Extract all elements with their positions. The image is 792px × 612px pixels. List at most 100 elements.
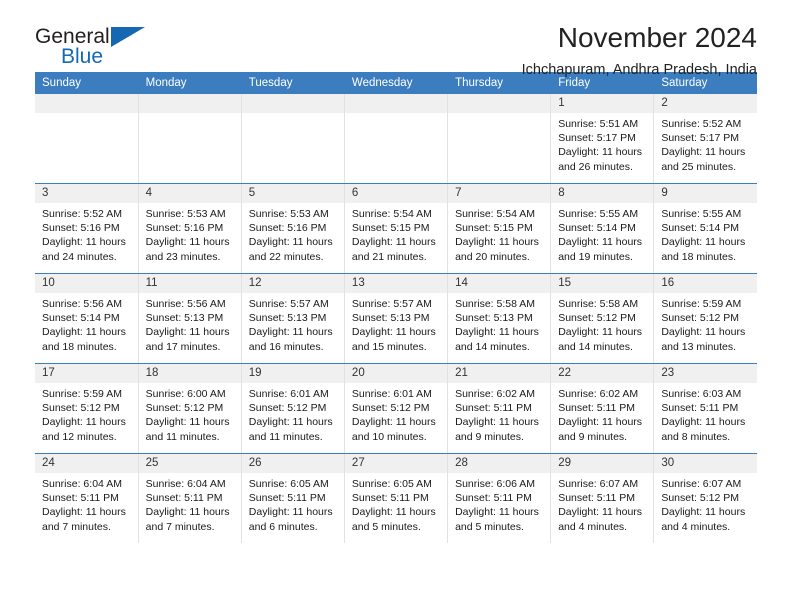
calendar-cell-day[interactable]: 6 Sunrise: 5:54 AM Sunset: 5:15 PM Daylight… [344, 183, 449, 274]
calendar-cell-day[interactable]: 26 Sunrise: 6:05 AM Sunset: 5:11 PM Dayligh… [241, 453, 345, 543]
day-sun-info: Sunrise: 6:06 AM Sunset: 5:11 PM Daylight:… [448, 473, 550, 534]
calendar-cell-empty [138, 94, 242, 184]
calendar-cell-day[interactable]: 23 Sunrise: 6:03 AM Sunset: 5:11 PM Dayligh… [653, 363, 757, 454]
daylight-text: Daylight: 11 hours and 11 minutes. [248, 416, 333, 443]
day-number [448, 94, 551, 113]
day-number: 1 [551, 94, 654, 113]
calendar-cell-empty [241, 94, 345, 184]
calendar-cell-day[interactable]: 10 Sunrise: 5:56 AM Sunset: 5:14 PM Dayligh… [35, 273, 139, 364]
daylight-text: Daylight: 11 hours and 22 minutes. [248, 236, 333, 263]
daylight-text: Daylight: 11 hours and 24 minutes. [42, 236, 126, 263]
daylight-text: Daylight: 11 hours and 16 minutes. [248, 326, 333, 353]
logo-triangle-icon [111, 27, 145, 47]
calendar-cell-day[interactable]: 7 Sunrise: 5:54 AM Sunset: 5:15 PM Daylight… [447, 183, 552, 274]
calendar-cell-day[interactable]: 28 Sunrise: 6:06 AM Sunset: 5:11 PM Dayligh… [447, 453, 552, 543]
calendar-cell-day[interactable]: 13 Sunrise: 5:57 AM Sunset: 5:13 PM Dayligh… [344, 273, 449, 364]
day-number: 4 [138, 184, 241, 203]
sunrise-text: Sunrise: 6:04 AM [145, 478, 226, 490]
calendar-cell-day[interactable]: 24 Sunrise: 6:04 AM Sunset: 5:11 PM Dayligh… [35, 453, 139, 543]
day-sun-info: Sunrise: 6:03 AM Sunset: 5:11 PM Daylight:… [654, 383, 757, 444]
sunset-text: Sunset: 5:14 PM [661, 222, 739, 235]
sunset-text: Sunset: 5:11 PM [42, 492, 119, 505]
sunset-text: Sunset: 5:14 PM [558, 222, 636, 235]
calendar-cell-day[interactable]: 29 Sunrise: 6:07 AM Sunset: 5:11 PM Dayligh… [550, 453, 655, 543]
sunrise-text: Sunrise: 6:07 AM [661, 478, 742, 490]
sunset-text: Sunset: 5:11 PM [455, 492, 532, 505]
calendar-week-row: 10 Sunrise: 5:56 AM Sunset: 5:14 PM Dayligh… [35, 273, 757, 364]
calendar-cell-day[interactable]: 27 Sunrise: 6:05 AM Sunset: 5:11 PM Dayligh… [344, 453, 449, 543]
sunset-text: Sunset: 5:11 PM [558, 402, 636, 415]
calendar-cell-day[interactable]: 11 Sunrise: 5:56 AM Sunset: 5:13 PM Dayligh… [138, 273, 242, 364]
calendar-cell-day[interactable]: 15 Sunrise: 5:58 AM Sunset: 5:12 PM Dayligh… [550, 273, 655, 364]
sunrise-text: Sunrise: 6:06 AM [455, 478, 536, 490]
page-header: General Blue November 2024 Ichchapuram, … [35, 0, 757, 78]
sunset-text: Sunset: 5:11 PM [145, 492, 223, 505]
day-number: 23 [654, 364, 757, 383]
calendar-cell-day[interactable]: 16 Sunrise: 5:59 AM Sunset: 5:12 PM Dayligh… [653, 273, 757, 364]
day-number: 8 [551, 184, 654, 203]
calendar-body: 1 Sunrise: 5:51 AM Sunset: 5:17 PM Daylight… [35, 94, 757, 543]
calendar-cell-day[interactable]: 25 Sunrise: 6:04 AM Sunset: 5:11 PM Dayligh… [138, 453, 242, 543]
calendar-cell-day[interactable]: 18 Sunrise: 6:00 AM Sunset: 5:12 PM Dayligh… [138, 363, 242, 454]
sunset-text: Sunset: 5:15 PM [351, 222, 430, 235]
day-sun-info: Sunrise: 6:01 AM Sunset: 5:12 PM Daylight:… [345, 383, 447, 444]
day-sun-info: Sunrise: 6:01 AM Sunset: 5:12 PM Daylight:… [242, 383, 344, 444]
day-number: 28 [448, 454, 551, 473]
calendar-cell-day[interactable]: 21 Sunrise: 6:02 AM Sunset: 5:11 PM Dayligh… [447, 363, 552, 454]
sunset-text: Sunset: 5:11 PM [248, 492, 326, 505]
day-sun-info: Sunrise: 5:56 AM Sunset: 5:14 PM Daylight:… [35, 293, 138, 354]
sunset-text: Sunset: 5:16 PM [145, 222, 224, 235]
day-sun-info: Sunrise: 6:05 AM Sunset: 5:11 PM Daylight:… [242, 473, 344, 534]
day-number: 6 [344, 184, 448, 203]
day-number: 3 [35, 184, 138, 203]
calendar-cell-day[interactable]: 2 Sunrise: 5:52 AM Sunset: 5:17 PM Daylight… [653, 94, 757, 184]
sunset-text: Sunset: 5:16 PM [42, 222, 120, 235]
sunrise-text: Sunrise: 5:56 AM [42, 298, 122, 310]
sunrise-text: Sunrise: 6:03 AM [661, 388, 742, 400]
day-number [241, 94, 344, 113]
day-sun-info: Sunrise: 6:05 AM Sunset: 5:11 PM Daylight:… [345, 473, 447, 534]
calendar-cell-day[interactable]: 9 Sunrise: 5:55 AM Sunset: 5:14 PM Daylight… [653, 183, 757, 274]
daylight-text: Daylight: 11 hours and 12 minutes. [42, 416, 126, 443]
calendar-cell-day[interactable]: 3 Sunrise: 5:52 AM Sunset: 5:16 PM Daylight… [35, 183, 139, 274]
calendar-cell-day[interactable]: 5 Sunrise: 5:53 AM Sunset: 5:16 PM Daylight… [241, 183, 345, 274]
sunrise-text: Sunrise: 6:02 AM [558, 388, 639, 400]
day-number: 7 [448, 184, 551, 203]
day-number: 20 [344, 364, 448, 383]
sunset-text: Sunset: 5:11 PM [455, 402, 532, 415]
sunrise-text: Sunrise: 5:54 AM [351, 208, 432, 220]
day-number: 14 [448, 274, 551, 293]
calendar-cell-day[interactable]: 17 Sunrise: 5:59 AM Sunset: 5:12 PM Dayligh… [35, 363, 139, 454]
day-number: 2 [654, 94, 757, 113]
calendar-cell-day[interactable]: 20 Sunrise: 6:01 AM Sunset: 5:12 PM Dayligh… [344, 363, 449, 454]
daylight-text: Daylight: 11 hours and 25 minutes. [661, 146, 746, 173]
calendar-week-row: 17 Sunrise: 5:59 AM Sunset: 5:12 PM Dayligh… [35, 363, 757, 454]
daylight-text: Daylight: 11 hours and 21 minutes. [351, 236, 436, 263]
general-blue-logo[interactable]: General Blue [35, 26, 215, 72]
daylight-text: Daylight: 11 hours and 23 minutes. [145, 236, 230, 263]
sunset-text: Sunset: 5:12 PM [248, 402, 327, 415]
sunset-text: Sunset: 5:13 PM [455, 312, 533, 325]
calendar-week-row: 1 Sunrise: 5:51 AM Sunset: 5:17 PM Daylight… [35, 94, 757, 184]
day-number: 13 [344, 274, 448, 293]
calendar-cell-day[interactable]: 30 Sunrise: 6:07 AM Sunset: 5:12 PM Dayligh… [653, 453, 757, 543]
day-sun-info: Sunrise: 6:00 AM Sunset: 5:12 PM Daylight:… [139, 383, 241, 444]
calendar-cell-day[interactable]: 12 Sunrise: 5:57 AM Sunset: 5:13 PM Dayligh… [241, 273, 345, 364]
calendar-cell-day[interactable]: 1 Sunrise: 5:51 AM Sunset: 5:17 PM Daylight… [550, 94, 655, 184]
calendar-cell-day[interactable]: 8 Sunrise: 5:55 AM Sunset: 5:14 PM Daylight… [550, 183, 655, 274]
sunset-text: Sunset: 5:13 PM [351, 312, 430, 325]
daylight-text: Daylight: 11 hours and 15 minutes. [351, 326, 436, 353]
sunrise-text: Sunrise: 6:01 AM [248, 388, 329, 400]
sunset-text: Sunset: 5:12 PM [351, 402, 430, 415]
calendar-cell-day[interactable]: 4 Sunrise: 5:53 AM Sunset: 5:16 PM Daylight… [138, 183, 242, 274]
sunset-text: Sunset: 5:16 PM [248, 222, 327, 235]
calendar-cell-day[interactable]: 19 Sunrise: 6:01 AM Sunset: 5:12 PM Dayligh… [241, 363, 345, 454]
daylight-text: Daylight: 11 hours and 20 minutes. [455, 236, 539, 263]
calendar-cell-day[interactable]: 22 Sunrise: 6:02 AM Sunset: 5:11 PM Dayligh… [550, 363, 655, 454]
day-sun-info: Sunrise: 5:52 AM Sunset: 5:17 PM Daylight:… [654, 113, 757, 174]
calendar-cell-day[interactable]: 14 Sunrise: 5:58 AM Sunset: 5:13 PM Dayligh… [447, 273, 552, 364]
day-sun-info: Sunrise: 5:59 AM Sunset: 5:12 PM Daylight:… [35, 383, 138, 444]
calendar-cell-empty [447, 94, 552, 184]
sunrise-text: Sunrise: 5:58 AM [455, 298, 536, 310]
sunset-text: Sunset: 5:11 PM [661, 402, 739, 415]
